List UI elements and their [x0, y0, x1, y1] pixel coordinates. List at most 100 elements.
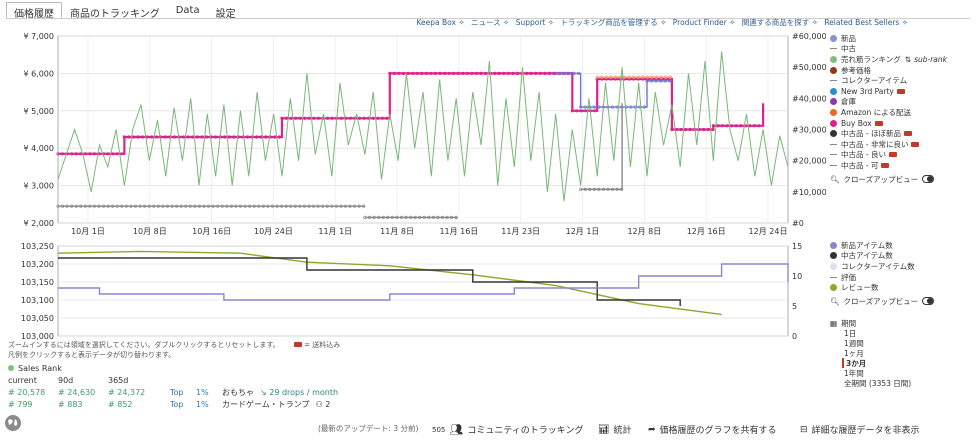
toggle-icon[interactable] [922, 297, 935, 306]
stats-90d: # 24,630 [58, 387, 96, 397]
stats-top: Top [170, 399, 184, 409]
link-support[interactable]: Support ✧ [516, 18, 554, 27]
legend-label: 新品 [841, 33, 856, 43]
users-icon: 👥︎ [449, 423, 464, 436]
truck-icon [293, 342, 302, 347]
x-tick-label: 10月 1日 [71, 227, 105, 236]
y2-tick-label: #10,000 [792, 188, 826, 197]
link-related-products[interactable]: 関連する商品を探す ✧ [742, 18, 818, 27]
legend-swatch [830, 252, 837, 260]
sub-rank-label[interactable]: sub-rank [914, 55, 947, 64]
legend-collectible[interactable]: コレクターアイテム [830, 75, 947, 86]
stats-subcategory-count: ⚇ 2 [315, 399, 331, 409]
truck-icon [903, 131, 912, 137]
legend-rating[interactable]: 評価 [830, 272, 934, 283]
shipping-note: = 送料込み [304, 341, 341, 349]
globe-icon[interactable] [4, 414, 22, 432]
legend-warehouse[interactable]: 倉庫 [830, 97, 947, 108]
legend-swatch [830, 48, 837, 50]
truck-icon [881, 162, 890, 168]
plot-area [57, 245, 789, 337]
legend-swatch [830, 34, 837, 42]
y2-tick-label: 15 [792, 242, 802, 251]
tab-settings[interactable]: 設定 [208, 2, 244, 20]
period-option-3months[interactable]: 3か月 [842, 358, 911, 368]
x-tick-label: 12月 8日 [627, 227, 661, 236]
period-option-all[interactable]: 全期間 (3353 日間) [844, 378, 911, 388]
stats-swatch [8, 365, 14, 371]
legend-list-price[interactable]: 参考価格 [830, 65, 947, 76]
truck-icon [888, 152, 897, 158]
legend-used-very-good[interactable]: 中古品 - 非常に良い [830, 139, 947, 150]
legend-label: コレクターアイテム数 [841, 261, 915, 271]
legend-used-count[interactable]: 中古アイテム数 [830, 251, 934, 262]
legend-used[interactable]: 中古 [830, 44, 947, 55]
legend-review-count[interactable]: レビュー数 [830, 282, 934, 293]
chart-hint: ズームインするには領域を選択してください。ダブルクリックするとリセットします。 … [8, 340, 340, 360]
y2-tick-label: #40,000 [792, 94, 826, 103]
legend-hint: 凡例をクリックすると表示データが切り替わります。 [8, 351, 176, 359]
hide-label: 詳細な履歴データを非表示 [811, 426, 920, 436]
legend-new[interactable]: 新品 [830, 33, 947, 44]
legend-label: 倉庫 [841, 97, 856, 107]
closeup-toggle-top[interactable]: 🔍︎ クローズアップビュー [830, 174, 947, 185]
link-keepa-box[interactable]: Keepa Box ✧ [417, 18, 465, 27]
tab-product-tracking[interactable]: 商品のトラッキング [62, 2, 168, 20]
tab-price-history[interactable]: 価格履歴 [6, 2, 62, 20]
trend-icon: ↘ [260, 387, 267, 397]
link-manage-tracking[interactable]: トラッキング商品を管理する ✧ [560, 18, 666, 27]
link-news[interactable]: ニュース ✧ [471, 18, 509, 27]
legend-swatch [830, 98, 837, 106]
period-option-1month[interactable]: 1ヶ月 [844, 348, 911, 358]
legend-swatch [830, 241, 837, 249]
legend-label: 参考価格 [841, 65, 871, 75]
legend-collectible-count[interactable]: コレクターアイテム数 [830, 261, 934, 272]
tab-data[interactable]: Data [168, 2, 208, 18]
period-option-1week[interactable]: 1週間 [844, 338, 911, 348]
stats-row: # 799 # 883 # 852 Top 1% カードゲーム・トランプ ⚇ 2 [8, 398, 338, 410]
tracker-count: 505 [432, 425, 446, 434]
closeup-toggle-bottom[interactable]: 🔍︎ クローズアップビュー [830, 296, 935, 307]
y-tick-label: 103,100 [21, 296, 54, 305]
legend-fba[interactable]: Amazon による配送 [830, 107, 947, 118]
period-option-1year[interactable]: 1年間 [844, 368, 911, 378]
legend-used-good[interactable]: 中古品 - 良い [830, 150, 947, 161]
legend-sales-rank[interactable]: 売れ筋ランキング ⇅ sub-rank [830, 54, 947, 65]
stats-category[interactable]: カードゲーム・トランプ [222, 399, 310, 410]
y2-tick-label: #30,000 [792, 126, 826, 135]
legend-buy-box[interactable]: Buy Box [830, 118, 947, 129]
x-tick-label: 11月 1日 [318, 227, 352, 236]
legend-used-like-new[interactable]: 中古品 - ほぼ新品 [830, 128, 947, 139]
footer-bar: (最新のアップデート: 3 分前) 505 👥︎ コミュニティのトラッキング 📊… [0, 415, 976, 440]
price-history-chart[interactable]: ¥ 7,000 ¥ 6,000 ¥ 5,000 ¥ 4,000 ¥ 3,000 ¥ 2,0… [0, 28, 826, 238]
share-graph-link[interactable]: ➦ 価格履歴のグラフを共有する [648, 423, 777, 437]
period-option-1day[interactable]: 1日 [844, 328, 911, 338]
stats-365d: # 852 [108, 399, 133, 409]
legend-label: 中古品 - 可 [841, 160, 879, 170]
stats-category[interactable]: おもちゃ [222, 387, 254, 398]
legend-new-count[interactable]: 新品アイテム数 [830, 240, 934, 251]
legend-label: 中古品 - 良い [841, 150, 886, 160]
legend-swatch [830, 87, 837, 95]
statistics-link[interactable]: 📊︎ 統計 [598, 423, 631, 437]
x-tick-label: 11月 8日 [380, 227, 414, 236]
closeup-label: クローズアップビュー [843, 174, 919, 184]
stats-row: # 20,578 # 24,630 # 24,372 Top 1% おもちゃ ↘… [8, 386, 338, 398]
offer-count-chart[interactable]: 103,250 103,200 103,150 103,100 103,050 103,0… [0, 240, 826, 340]
y-tick-label: ¥ 5,000 [23, 107, 54, 116]
calendar-icon: ▦ [830, 318, 838, 328]
hide-details-link[interactable]: ⊟ 詳細な履歴データを非表示 [800, 423, 920, 437]
toggle-icon[interactable] [922, 175, 935, 184]
legend-new-3rd-party[interactable]: New 3rd Party [830, 86, 947, 97]
closeup-label: クローズアップビュー [843, 296, 919, 306]
legend-used-acceptable[interactable]: 中古品 - 可 [830, 160, 947, 171]
link-related-best-sellers[interactable]: Related Best Sellers ✧ [824, 18, 908, 27]
share-icon: ➦ [648, 424, 656, 435]
legend-label: 中古品 - 非常に良い [841, 139, 909, 149]
hierarchy-icon: ⚇ [315, 399, 323, 409]
y-tick-label: 103,200 [21, 260, 54, 269]
magnifier-icon: 🔍︎ [830, 174, 840, 184]
community-tracking-link[interactable]: 505 👥︎ コミュニティのトラッキング [432, 423, 584, 436]
link-product-finder[interactable]: Product Finder ✧ [673, 18, 736, 27]
y2-tick-label: #50,000 [792, 63, 826, 72]
